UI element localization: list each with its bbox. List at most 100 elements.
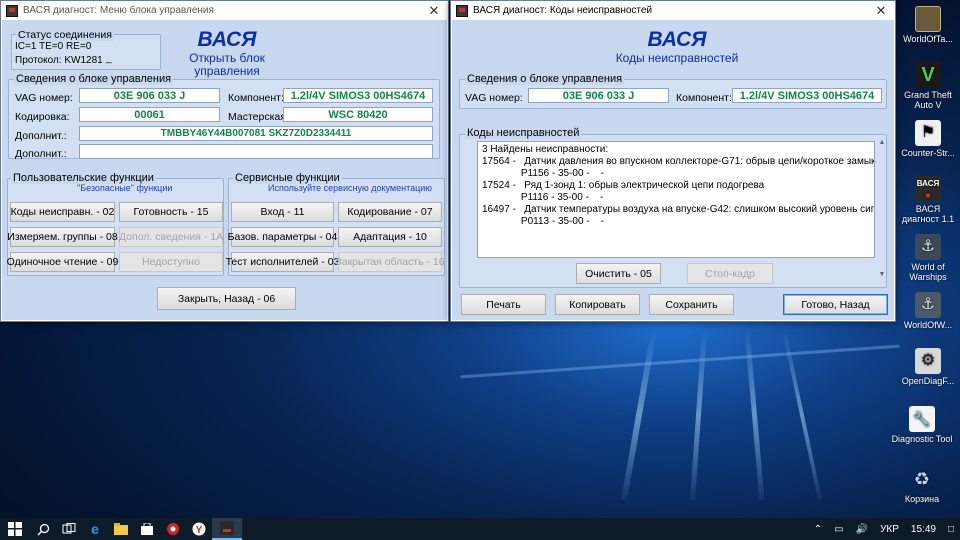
copy-button[interactable]: Копировать: [555, 294, 640, 315]
fault-codes-button[interactable]: Коды неисправн. - 02: [10, 202, 115, 222]
desktop-icon-label: Counter-Str...: [901, 148, 955, 158]
fault-line: 17524 - Ряд 1-зонд 1: обрыв электрическо…: [482, 180, 765, 191]
clock[interactable]: 15:49: [911, 524, 936, 535]
diagnostic-tool-icon: 🔧: [909, 406, 935, 432]
ecu-info-legend: Сведения о блоке управления: [465, 73, 625, 85]
done-back-button[interactable]: Готово, Назад: [783, 294, 888, 315]
desktop-icon-label: ВАСЯ диагност 1.1: [901, 204, 955, 224]
scroll-up-icon[interactable]: ▲: [877, 138, 887, 148]
desktop-icon-world-of-warships[interactable]: ⚓ World of Warships: [896, 234, 960, 282]
close-icon[interactable]: ✕: [420, 1, 448, 20]
chevron-up-icon[interactable]: ⌃: [814, 524, 822, 535]
desktop-icon-label: Diagnostic Tool: [891, 434, 953, 444]
desktop-icon-label: WorldOfW...: [903, 320, 953, 330]
protocol-cursor: _: [106, 53, 112, 64]
print-button[interactable]: Печать: [461, 294, 546, 315]
window-title: ВАСЯ диагност: Меню блока управления: [23, 5, 214, 16]
security-access-button: Закрытая область - 16: [335, 252, 445, 272]
desktop-icon-opendiag[interactable]: ⚙ OpenDiagF...: [896, 348, 960, 386]
single-reading-button[interactable]: Одиночное чтение - 09: [7, 252, 118, 272]
fault-line: P1156 - 35-00 - -: [482, 168, 605, 179]
close-back-button[interactable]: Закрыть, Назад - 06: [157, 287, 296, 310]
unavailable-button: Недоступно: [119, 252, 223, 272]
desktop-icon-world-of-warships-launcher[interactable]: ⚓ WorldOfW...: [896, 292, 960, 330]
windows-logo-icon: [8, 522, 22, 536]
fault-line: P0113 - 35-00 - -: [482, 216, 605, 227]
recycle-bin-icon: ♻: [913, 469, 931, 489]
fault-codes-list[interactable]: 3 Найдены неисправности: 17564 - Датчик …: [477, 141, 875, 258]
language-indicator[interactable]: УКР: [880, 524, 899, 535]
desktop-icon-counter-strike[interactable]: ⚑ Counter-Str...: [896, 120, 960, 158]
vasya-diagnost-taskbar-icon[interactable]: [212, 518, 242, 540]
fault-line: 3 Найдены неисправности:: [482, 144, 609, 155]
app-icon: [456, 4, 468, 17]
readiness-button[interactable]: Готовность - 15: [119, 202, 223, 222]
vag-number-field: 03E 906 033 J: [528, 88, 669, 103]
vasya-diagnost-icon: ВАСЯ ■: [915, 176, 941, 202]
save-button[interactable]: Сохранить: [649, 294, 734, 315]
vag-number-field: 03E 906 033 J: [79, 88, 220, 103]
protocol-label: Протокол: KW1281: [15, 55, 103, 66]
output-test-button[interactable]: Тест исполнителей - 03: [226, 252, 339, 272]
user-functions-subtitle: "Безопасные" функции: [77, 183, 173, 193]
wallpaper-beam: [460, 344, 900, 379]
scroll-down-icon[interactable]: ▼: [877, 270, 887, 280]
window-title: ВАСЯ диагност: Коды неисправностей: [473, 5, 653, 16]
search-icon[interactable]: [30, 518, 56, 540]
wallpaper-beam: [621, 330, 657, 500]
edge-browser-icon[interactable]: e: [82, 518, 108, 540]
app-taskbar-icon[interactable]: [160, 518, 186, 540]
desktop-icon-recycle-bin[interactable]: ♻ Корзина: [890, 466, 954, 504]
desktop-icon-label: Корзина: [904, 494, 940, 504]
component-label: Компонент:: [676, 92, 732, 104]
close-icon[interactable]: ✕: [867, 1, 895, 20]
vag-number-label: VAG номер:: [465, 92, 523, 104]
store-icon[interactable]: [134, 518, 160, 540]
svg-text:Y: Y: [196, 525, 203, 536]
yandex-browser-icon[interactable]: Y: [186, 518, 212, 540]
fault-line: 17564 - Датчик давления во впускном колл…: [482, 156, 875, 167]
network-icon[interactable]: ▭: [834, 524, 843, 535]
app-logo-text: ВАСЯ: [647, 28, 707, 51]
fault-line: P1116 - 35-00 - -: [482, 192, 604, 203]
basic-settings-button[interactable]: Базов. параметры - 04: [228, 227, 337, 247]
window-client: Статус соединения IC=1 TE=0 RE=0 Протоко…: [2, 20, 447, 320]
fault-codes-window: ВАСЯ диагност: Коды неисправностей ✕ ВАС…: [450, 0, 896, 322]
fault-codes-legend: Коды неисправностей: [465, 127, 582, 139]
task-view-icon[interactable]: [56, 518, 82, 540]
extra-info-label-1: Дополнит.:: [15, 130, 67, 142]
adaptation-button[interactable]: Адаптация - 10: [338, 227, 442, 247]
coding-field: 00061: [79, 107, 220, 122]
volume-icon[interactable]: 🔊: [856, 524, 868, 535]
window-client: ВАСЯ Коды неисправностей Сведения о блок…: [452, 20, 894, 320]
desktop-icon-world-of-tanks[interactable]: WorldOfTa...: [896, 6, 960, 44]
fault-line: 16497 - Датчик температуры воздуха на вп…: [482, 204, 875, 215]
measuring-groups-button[interactable]: Измеряем. группы - 08: [7, 227, 118, 247]
status-legend: Статус соединения: [16, 29, 114, 41]
taskbar: e Y ⌃ ▭ 🔊 УКР 15:49 □: [0, 518, 960, 540]
titlebar[interactable]: ВАСЯ диагност: Меню блока управления ✕: [1, 1, 448, 20]
desktop-icon-gta-v[interactable]: V Grand Theft Auto V: [896, 62, 960, 110]
desktop-icon-diagnostic-tool[interactable]: 🔧 Diagnostic Tool: [890, 406, 954, 444]
ecu-menu-window: ВАСЯ диагност: Меню блока управления ✕ С…: [0, 0, 449, 322]
opendiag-icon: ⚙: [915, 348, 941, 374]
system-tray: ⌃ ▭ 🔊 УКР 15:49 □: [808, 518, 960, 540]
workshop-field: WSC 80420: [283, 107, 433, 122]
app-icon: [6, 4, 18, 17]
titlebar[interactable]: ВАСЯ диагност: Коды неисправностей ✕: [451, 1, 895, 20]
start-button[interactable]: [0, 518, 30, 540]
component-field: 1.2l/4V SIMOS3 00HS4674: [283, 88, 433, 103]
clear-codes-button[interactable]: Очистить - 05: [576, 263, 661, 284]
desktop-icon-vasya-diagnost[interactable]: ВАСЯ ■ ВАСЯ диагност 1.1: [896, 176, 960, 224]
counter-strike-icon: ⚑: [915, 120, 941, 146]
login-button[interactable]: Вход - 11: [231, 202, 334, 222]
workshop-label: Мастерская:: [228, 111, 289, 123]
extra-info-field-2: [79, 144, 433, 159]
world-of-warships-icon: ⚓: [915, 234, 941, 260]
component-field: 1.2l/4V SIMOS3 00HS4674: [732, 88, 882, 103]
notifications-icon[interactable]: □: [948, 524, 954, 535]
file-explorer-icon[interactable]: [108, 518, 134, 540]
window-subtitle-line2: управления: [194, 64, 260, 78]
coding-button[interactable]: Кодирование - 07: [338, 202, 442, 222]
world-of-warships-launcher-icon: ⚓: [915, 292, 941, 318]
